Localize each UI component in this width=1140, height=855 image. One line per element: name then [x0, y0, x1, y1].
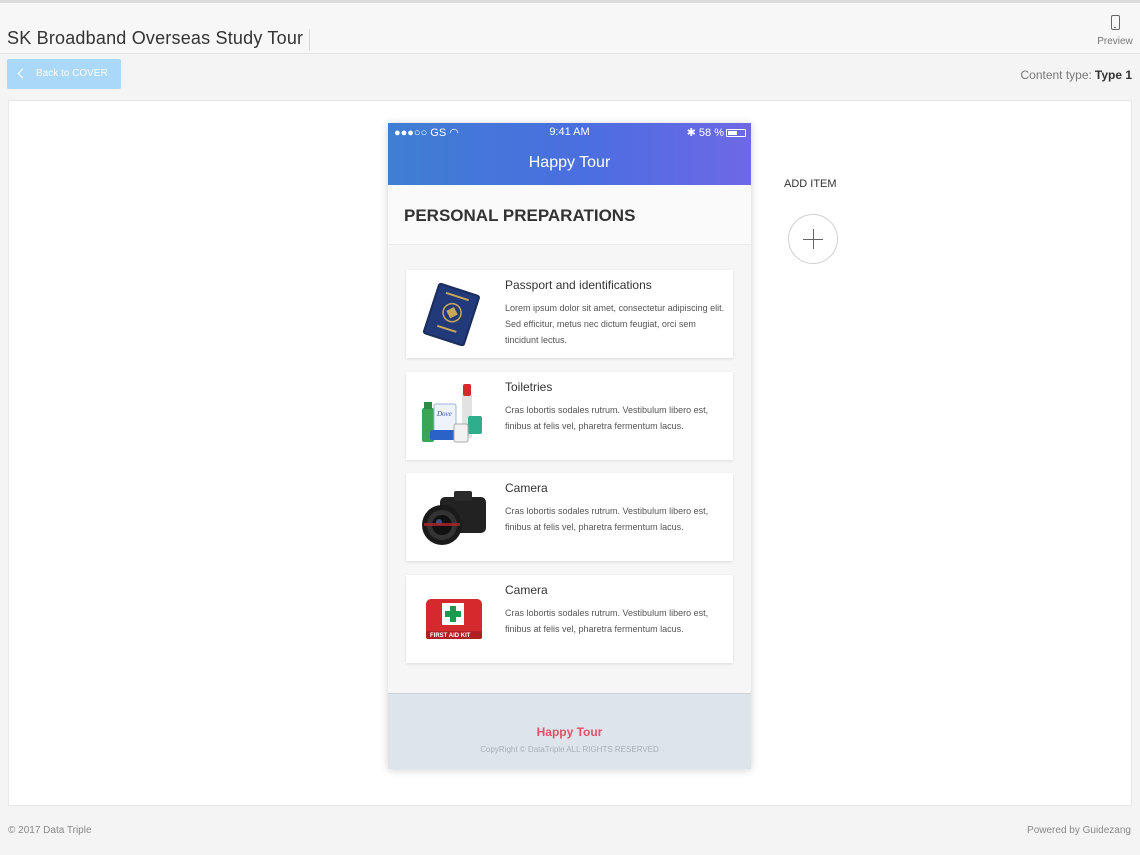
add-item-button[interactable] [788, 214, 838, 264]
footer-copyright: CopyRight © DataTriple ALL RIGHTS RESERV… [480, 745, 659, 754]
back-button-label: Back to COVER [36, 68, 108, 79]
item-title: Passport and identifications [505, 278, 652, 292]
phone-header: ●●●○○ GS ◠ 9:41 AM ✱ 58 % Happy Tour [388, 123, 751, 185]
phone-preview: ●●●○○ GS ◠ 9:41 AM ✱ 58 % Happy Tour PER… [388, 123, 751, 769]
footer-copyright-text: © 2017 Data Triple [8, 825, 92, 836]
item-text: Cras lobortis sodales rutrum. Vestibulum… [505, 405, 709, 431]
passport-icon [422, 282, 480, 346]
smartphone-icon [1110, 15, 1120, 30]
list-item[interactable]: FIRST AID KIT Camera Cras lobortis sodal… [406, 575, 733, 663]
first-aid-kit-icon: FIRST AID KIT [426, 599, 482, 639]
chevron-left-icon [17, 68, 28, 79]
item-title: Toiletries [505, 380, 553, 394]
svg-text:Dove: Dove [436, 410, 452, 418]
content-type-value: Type 1 [1094, 68, 1132, 82]
preview-label: Preview [1097, 36, 1133, 47]
list-item[interactable]: Camera Cras lobortis sodales rutrum. Ves… [406, 473, 733, 561]
item-text: Lorem ipsum dolor sit amet, consectetur … [505, 303, 725, 345]
item-text: Cras lobortis sodales rutrum. Vestibulum… [505, 506, 709, 532]
add-item-label: ADD ITEM [784, 178, 837, 190]
battery-icon [726, 129, 746, 137]
bluetooth-icon: ✱ [686, 127, 696, 139]
phone-footer: Happy Tour CopyRight © DataTriple ALL RI… [388, 693, 751, 769]
list-item[interactable]: Dove Toiletries Cras lobortis sodales ru… [406, 372, 733, 460]
battery-percent: 58 % [698, 127, 724, 139]
top-bar: SK Broadband Overseas Study Tour Preview [0, 0, 1140, 54]
item-title: Camera [505, 583, 548, 597]
camera-icon [422, 491, 486, 545]
svg-text:FIRST AID KIT: FIRST AID KIT [430, 633, 471, 639]
toiletries-icon: Dove [422, 384, 482, 443]
app-title: SK Broadband Overseas Study Tour [7, 28, 304, 48]
status-right: ✱ 58 % [687, 126, 746, 139]
footer-brand: Happy Tour [536, 725, 603, 739]
item-title: Camera [505, 481, 548, 495]
item-text: Cras lobortis sodales rutrum. Vestibulum… [505, 608, 709, 634]
list-item[interactable]: Passport and identifications Lorem ipsum… [406, 270, 733, 358]
title-divider [309, 29, 310, 51]
phone-app-title: Happy Tour [528, 154, 611, 171]
section-title: PERSONAL PREPARATIONS [404, 206, 636, 225]
content-type-label: Content type: [1020, 68, 1092, 82]
footer-powered-by: Powered by Guidezang [1027, 825, 1131, 836]
content-type: Content type: Type 1 [1020, 68, 1132, 82]
section-header: PERSONAL PREPARATIONS [388, 185, 751, 245]
back-to-cover-button[interactable]: Back to COVER [7, 59, 121, 89]
preview-button[interactable]: Preview [1090, 15, 1140, 53]
